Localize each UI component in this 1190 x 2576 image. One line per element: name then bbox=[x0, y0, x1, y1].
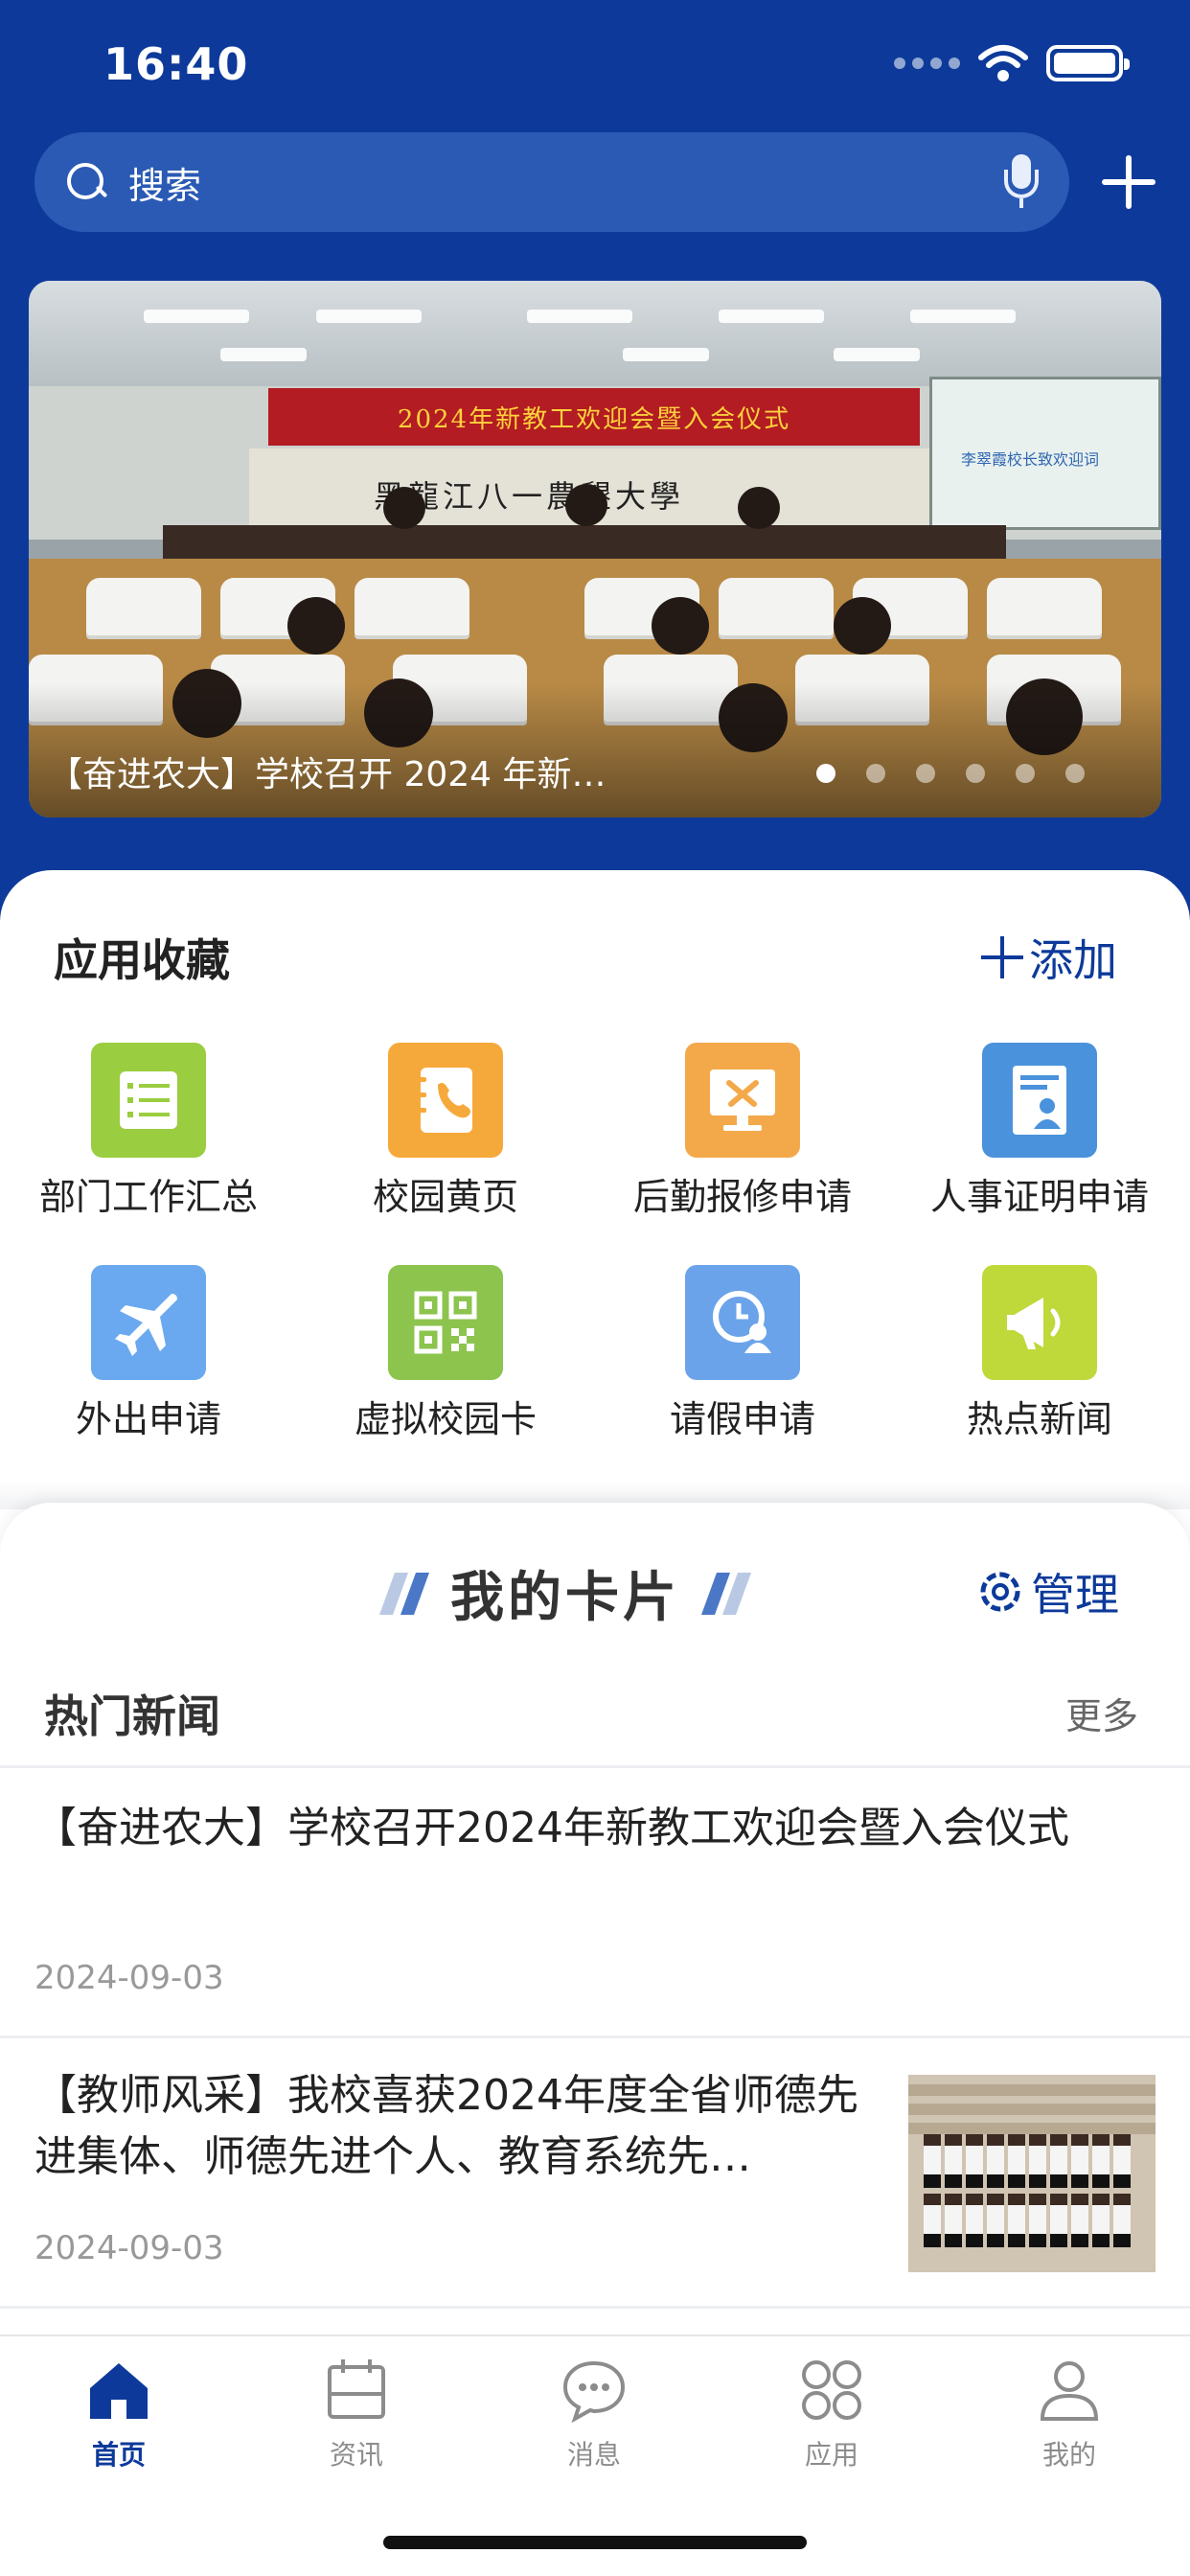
wifi-icon bbox=[978, 45, 1028, 81]
user-icon bbox=[1040, 2361, 1099, 2421]
tab-messages[interactable]: 消息 bbox=[475, 2356, 713, 2472]
plus-icon bbox=[981, 936, 1023, 978]
app-hot-news[interactable]: 热点新闻 bbox=[891, 1265, 1188, 1442]
microphone-icon[interactable] bbox=[1002, 154, 1041, 210]
hot-news-title: 热门新闻 bbox=[44, 1690, 220, 1742]
carousel-dot[interactable] bbox=[866, 764, 885, 783]
app-campus-yellow-pages[interactable]: 校园黄页 bbox=[297, 1043, 594, 1220]
home-icon bbox=[90, 2363, 148, 2419]
banner-red-sign: 2024年新教工欢迎会暨入会仪式 bbox=[268, 388, 920, 446]
search-input[interactable]: 搜索 bbox=[128, 156, 1002, 209]
carousel-dot[interactable] bbox=[1065, 764, 1085, 783]
news-item-title[interactable]: 【奋进农大】学校召开2024年新教工欢迎会暨入会仪式 bbox=[34, 1798, 1136, 1859]
add-favorite-button[interactable]: 添加 bbox=[981, 926, 1117, 989]
app-label: 人事证明申请 bbox=[929, 1176, 1149, 1218]
gear-icon bbox=[980, 1572, 1020, 1612]
tab-label: 资讯 bbox=[329, 2439, 383, 2471]
carousel-dot[interactable] bbox=[916, 764, 935, 783]
status-indicators bbox=[894, 44, 1130, 82]
carousel-dot[interactable] bbox=[816, 764, 835, 783]
manage-label: 管理 bbox=[1031, 1569, 1119, 1621]
banner-photo-ceiling bbox=[29, 281, 1161, 386]
banner-projector-screen: 李翠霞校长致欢迎词 bbox=[929, 377, 1161, 530]
megaphone-icon bbox=[982, 1265, 1097, 1380]
tab-news[interactable]: 资讯 bbox=[238, 2356, 475, 2472]
app-virtual-campus-card[interactable]: 虚拟校园卡 bbox=[297, 1265, 594, 1442]
decor-slashes-icon bbox=[378, 1572, 430, 1615]
more-news-link[interactable]: 更多 bbox=[1065, 1687, 1138, 1739]
news-item-title[interactable]: 【教师风采】我校喜获2024年度全省师德先进集体、师德先进个人、教育系统先… bbox=[34, 2065, 887, 2188]
carousel-dot[interactable] bbox=[966, 764, 985, 783]
status-bar: 16:40 bbox=[0, 0, 1190, 125]
carousel-dot[interactable] bbox=[1016, 764, 1035, 783]
qr-code-icon bbox=[388, 1265, 503, 1380]
certificate-icon bbox=[982, 1043, 1097, 1158]
app-hr-certificate[interactable]: 人事证明申请 bbox=[891, 1043, 1188, 1220]
divider bbox=[0, 1765, 1190, 1768]
news-item-date: 2024-09-03 bbox=[34, 2229, 224, 2267]
app-outing-request[interactable]: 外出申请 bbox=[0, 1265, 297, 1442]
app-department-summary[interactable]: 部门工作汇总 bbox=[0, 1043, 297, 1220]
search-bar[interactable]: 搜索 bbox=[34, 132, 1069, 232]
apps-grid-icon bbox=[802, 2360, 861, 2420]
app-label: 虚拟校园卡 bbox=[354, 1398, 537, 1440]
app-label: 请假申请 bbox=[669, 1398, 815, 1440]
phone-book-icon bbox=[388, 1043, 503, 1158]
list-icon bbox=[91, 1043, 206, 1158]
status-time: 16:40 bbox=[103, 38, 249, 90]
battery-icon bbox=[1046, 45, 1130, 81]
leave-clock-icon bbox=[685, 1265, 800, 1380]
app-label: 热点新闻 bbox=[966, 1398, 1112, 1440]
app-label: 校园黄页 bbox=[372, 1176, 518, 1218]
home-indicator[interactable] bbox=[383, 2536, 807, 2549]
repair-monitor-icon bbox=[685, 1043, 800, 1158]
tab-label: 我的 bbox=[1041, 2439, 1096, 2471]
app-label: 外出申请 bbox=[75, 1398, 221, 1440]
search-icon bbox=[63, 159, 109, 205]
news-thumbnail[interactable] bbox=[908, 2075, 1156, 2272]
app-leave-request[interactable]: 请假申请 bbox=[594, 1265, 891, 1442]
carousel-page-dots[interactable] bbox=[816, 764, 1085, 783]
tab-apps[interactable]: 应用 bbox=[713, 2356, 950, 2472]
tab-label: 消息 bbox=[566, 2439, 621, 2471]
tab-home[interactable]: 首页 bbox=[0, 2356, 238, 2472]
airplane-icon bbox=[91, 1265, 206, 1380]
add-favorite-label: 添加 bbox=[1029, 934, 1117, 986]
calendar-icon bbox=[328, 2359, 385, 2419]
app-logistics-repair[interactable]: 后勤报修申请 bbox=[594, 1043, 891, 1220]
my-cards-title: 我的卡片 bbox=[450, 1567, 680, 1629]
manage-cards-button[interactable]: 管理 bbox=[973, 1560, 1119, 1623]
tab-label: 首页 bbox=[91, 2439, 146, 2471]
favorites-title: 应用收藏 bbox=[54, 934, 230, 986]
chat-bubble-icon bbox=[562, 2360, 626, 2424]
news-carousel[interactable]: 2024年新教工欢迎会暨入会仪式 黑龍江八一農墾大學 李翠霞校长致欢迎词 【奋进… bbox=[29, 281, 1161, 817]
app-label: 部门工作汇总 bbox=[38, 1176, 258, 1218]
news-item-date: 2024-09-03 bbox=[34, 1959, 224, 1997]
add-plus-button[interactable] bbox=[1100, 153, 1157, 211]
signal-icon bbox=[894, 58, 960, 69]
tab-profile[interactable]: 我的 bbox=[950, 2356, 1188, 2472]
divider bbox=[0, 2036, 1190, 2038]
divider bbox=[0, 2306, 1190, 2309]
app-label: 后勤报修申请 bbox=[632, 1176, 852, 1218]
decor-slashes-icon bbox=[700, 1572, 752, 1615]
carousel-caption[interactable]: 【奋进农大】学校召开 2024 年新… bbox=[48, 747, 699, 796]
my-cards-header: 我的卡片 bbox=[378, 1554, 752, 1632]
tab-label: 应用 bbox=[804, 2439, 858, 2471]
